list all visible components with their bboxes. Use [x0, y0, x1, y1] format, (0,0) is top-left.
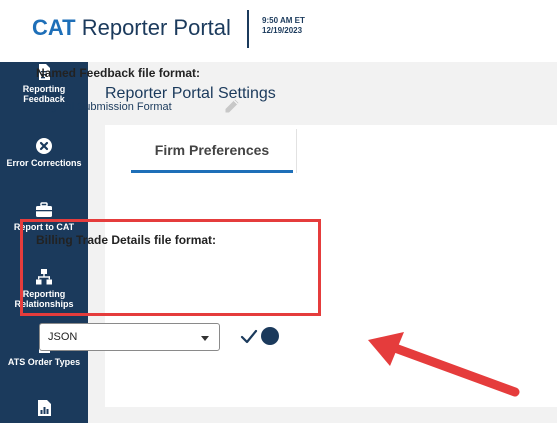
select-value: JSON [48, 331, 78, 343]
sidebar-item-label: ATS Order Types [7, 357, 81, 367]
tab-firm-preferences[interactable]: Firm Preferences [131, 129, 293, 173]
header-datetime: 9:50 AM ET 12/19/2023 [262, 16, 305, 36]
billing-format-select[interactable]: JSON [39, 323, 220, 351]
tab-label: Firm Preferences [154, 141, 270, 158]
billing-trade-details-label: Billing Trade Details file format: [36, 233, 217, 247]
chart-report-icon [38, 400, 51, 416]
edit-pencil-icon[interactable] [224, 98, 240, 114]
chevron-down-icon [201, 336, 209, 341]
brand-name: Reporter Portal [75, 15, 231, 40]
header-date: 12/19/2023 [262, 26, 303, 35]
brand-cat: CAT [32, 15, 76, 40]
app-header: CAT Reporter Portal 9:50 AM ET 12/19/202… [0, 0, 557, 62]
error-x-icon [36, 138, 52, 154]
sidebar-item-error-corrections[interactable]: Error Corrections [0, 138, 88, 168]
cancel-icon[interactable] [261, 327, 279, 345]
header-time: 9:50 AM ET [262, 16, 305, 25]
confirm-check-icon[interactable] [240, 329, 258, 345]
briefcase-icon [36, 202, 52, 217]
header-divider [247, 10, 249, 48]
named-feedback-value: Original Submission Format [36, 101, 172, 113]
sidebar-item-reports[interactable] [0, 400, 88, 416]
named-feedback-label: Named Feedback file format: [36, 66, 201, 80]
app-title: CAT Reporter Portal [32, 15, 231, 41]
tab-divider [296, 129, 297, 173]
sidebar-item-label: Error Corrections [6, 158, 82, 168]
